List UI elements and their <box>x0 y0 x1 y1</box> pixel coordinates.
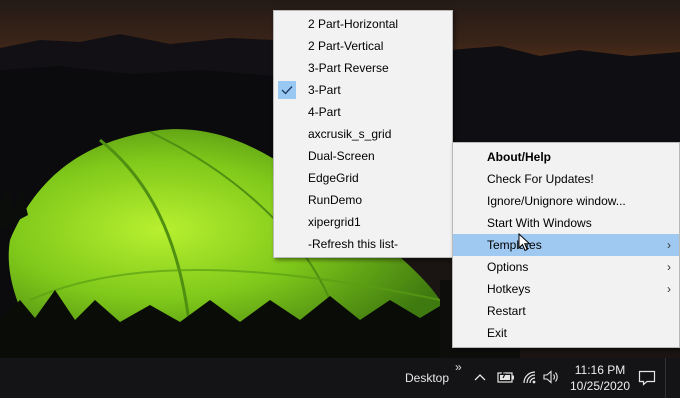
menu-item-label: Exit <box>487 326 508 340</box>
template-item-dual-screen[interactable]: Dual-Screen <box>274 145 452 167</box>
wifi-icon[interactable] <box>522 370 538 387</box>
clock-date[interactable]: 10/25/2020 <box>567 379 633 393</box>
chevron-up-icon[interactable] <box>474 371 486 385</box>
template-item-3-part[interactable]: 3-Part <box>274 79 452 101</box>
template-item-xipergrid1[interactable]: xipergrid1 <box>274 211 452 233</box>
menu-item-label: Templates <box>487 238 542 252</box>
template-item-label: 3-Part <box>308 83 341 97</box>
notification-icon[interactable] <box>638 370 656 389</box>
template-item-label: 3-Part Reverse <box>308 61 389 75</box>
template-item-label: EdgeGrid <box>308 171 359 185</box>
templates-submenu: 2 Part-Horizontal 2 Part-Vertical 3-Part… <box>273 10 453 258</box>
battery-icon[interactable] <box>496 369 516 387</box>
start-with-windows-item[interactable]: Start With Windows <box>453 212 679 234</box>
menu-item-label: Check For Updates! <box>487 172 594 186</box>
template-item-2-part-horizontal[interactable]: 2 Part-Horizontal <box>274 13 452 35</box>
menu-item-label: Ignore/Unignore window... <box>487 194 626 208</box>
template-item-label: 4-Part <box>308 105 341 119</box>
refresh-list-item[interactable]: -Refresh this list- <box>274 233 452 255</box>
menu-item-label: Options <box>487 260 529 274</box>
template-item-3-part-reverse[interactable]: 3-Part Reverse <box>274 57 452 79</box>
menu-item-label: Restart <box>487 304 526 318</box>
template-item-label: RunDemo <box>308 193 363 207</box>
ignore-window-item[interactable]: Ignore/Unignore window... <box>453 190 679 212</box>
desktop-toolbar-label[interactable]: Desktop <box>405 371 449 385</box>
menu-item-label: Start With Windows <box>487 216 592 230</box>
chevron-right-icon: › <box>667 260 671 274</box>
chevron-right-icon: › <box>667 238 671 252</box>
template-item-label: 2 Part-Horizontal <box>308 17 399 31</box>
template-item-label: -Refresh this list- <box>308 237 399 251</box>
template-item-label: 2 Part-Vertical <box>308 39 384 53</box>
template-item-label: axcrusik_s_grid <box>308 127 392 141</box>
template-item-axcrusik-s-grid[interactable]: axcrusik_s_grid <box>274 123 452 145</box>
menu-item-label: Hotkeys <box>487 282 531 296</box>
check-updates-item[interactable]: Check For Updates! <box>453 168 679 190</box>
template-item-edgegrid[interactable]: EdgeGrid <box>274 167 452 189</box>
template-item-label: xipergrid1 <box>308 215 361 229</box>
show-desktop-divider[interactable] <box>665 358 666 398</box>
exit-item[interactable]: Exit <box>453 322 679 344</box>
volume-icon[interactable] <box>543 370 561 387</box>
template-item-4-part[interactable]: 4-Part <box>274 101 452 123</box>
check-icon <box>278 81 296 99</box>
taskbar: Desktop » 11:16 PM 10/25/2020 <box>0 358 680 398</box>
templates-item[interactable]: Templates › <box>453 234 679 256</box>
options-item[interactable]: Options › <box>453 256 679 278</box>
restart-item[interactable]: Restart <box>453 300 679 322</box>
hotkeys-item[interactable]: Hotkeys › <box>453 278 679 300</box>
toolbar-expand-icon[interactable]: » <box>455 360 462 374</box>
chevron-right-icon: › <box>667 282 671 296</box>
menu-item-label: About/Help <box>487 150 551 164</box>
template-item-label: Dual-Screen <box>308 149 375 163</box>
template-item-2-part-vertical[interactable]: 2 Part-Vertical <box>274 35 452 57</box>
tray-context-menu: About/Help Check For Updates! Ignore/Uni… <box>452 142 680 348</box>
clock-time[interactable]: 11:16 PM <box>567 363 633 377</box>
template-item-rundemo[interactable]: RunDemo <box>274 189 452 211</box>
about-help-item[interactable]: About/Help <box>453 146 679 168</box>
mouse-cursor <box>518 232 532 256</box>
